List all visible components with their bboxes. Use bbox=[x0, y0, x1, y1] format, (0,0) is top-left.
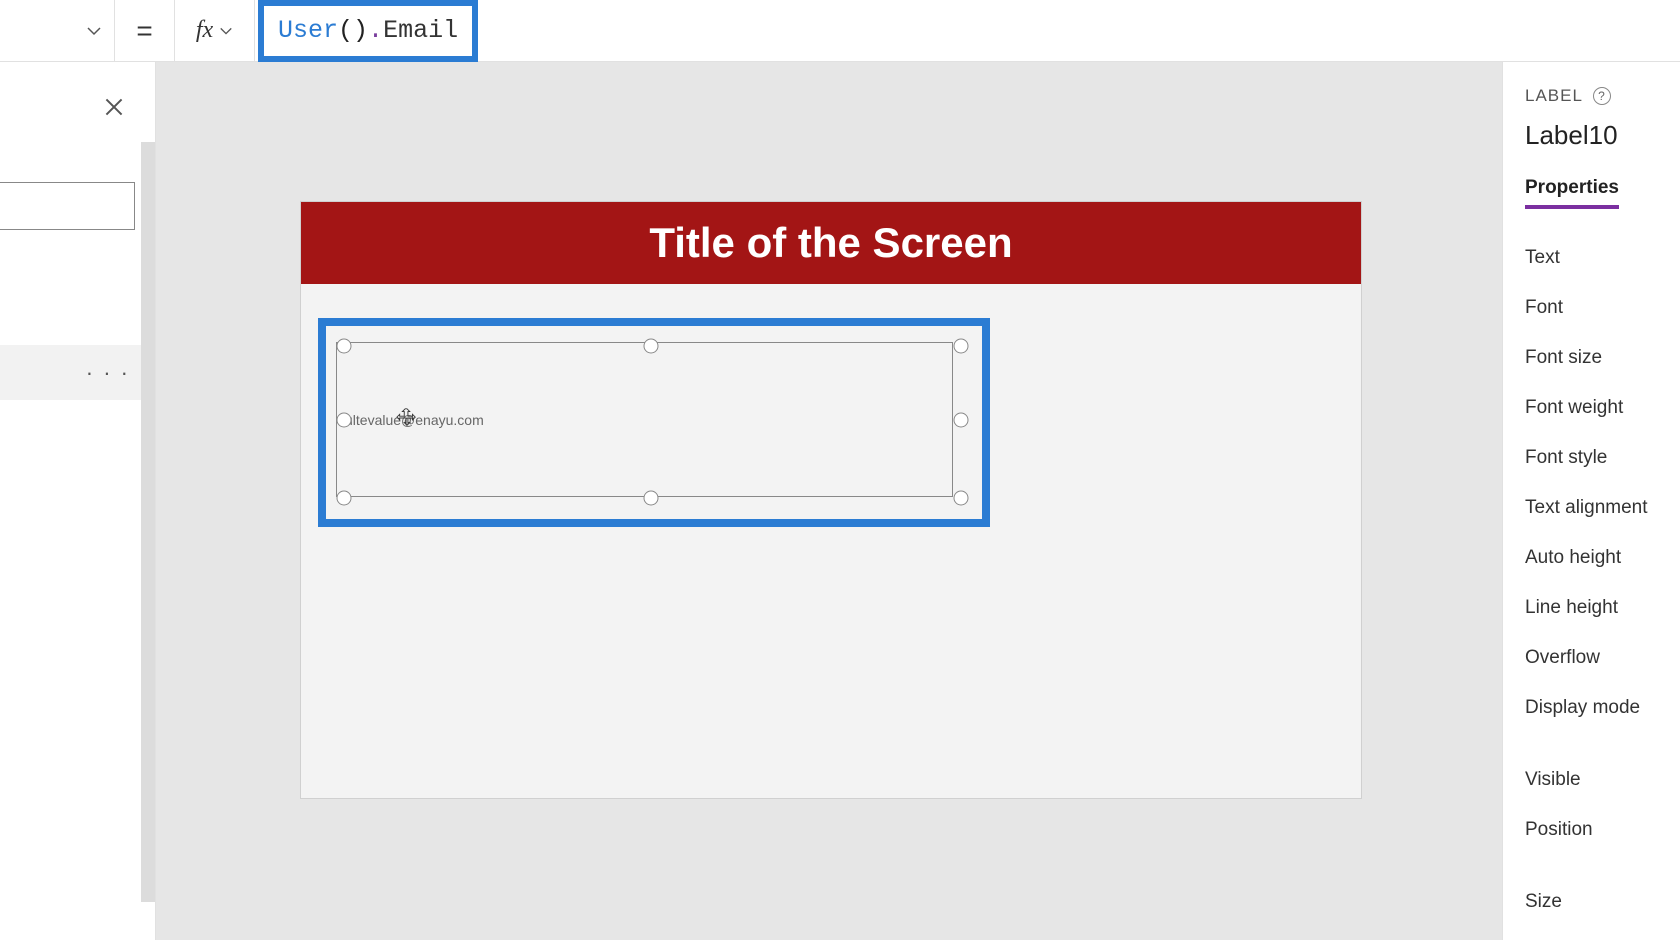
prop-display-mode[interactable]: Display mode bbox=[1525, 697, 1680, 719]
property-list: Text Font Font size Font weight Font sty… bbox=[1525, 247, 1680, 913]
resize-handle-ne[interactable] bbox=[954, 339, 969, 354]
resize-handle-se[interactable] bbox=[954, 491, 969, 506]
control-name: Label10 bbox=[1525, 120, 1680, 151]
resize-handle-sw[interactable] bbox=[337, 491, 352, 506]
scrollbar[interactable] bbox=[141, 142, 155, 902]
resize-handle-s[interactable] bbox=[644, 491, 659, 506]
prop-font-style[interactable]: Font style bbox=[1525, 447, 1680, 469]
search-input[interactable] bbox=[0, 182, 135, 230]
formula-text: User().Email bbox=[278, 16, 458, 45]
close-icon[interactable] bbox=[101, 94, 127, 120]
prop-visible[interactable]: Visible bbox=[1525, 769, 1680, 791]
resize-handle-n[interactable] bbox=[644, 339, 659, 354]
scrollbar-thumb[interactable] bbox=[141, 142, 155, 902]
control-type-label: LABEL bbox=[1525, 86, 1583, 106]
resize-handle-w[interactable] bbox=[337, 413, 352, 428]
help-icon[interactable]: ? bbox=[1593, 87, 1611, 105]
tree-view-panel: · · · bbox=[0, 62, 156, 940]
chevron-down-icon bbox=[219, 24, 233, 38]
panel-tabs: Properties bbox=[1525, 177, 1680, 209]
screen-title-text: Title of the Screen bbox=[649, 219, 1012, 267]
prop-font-size[interactable]: Font size bbox=[1525, 347, 1680, 369]
prop-line-height[interactable]: Line height bbox=[1525, 597, 1680, 619]
fx-icon: fx bbox=[196, 17, 213, 44]
properties-panel: LABEL ? Label10 Properties Text Font Fon… bbox=[1502, 62, 1680, 940]
prop-text-alignment[interactable]: Text alignment bbox=[1525, 497, 1680, 519]
panel-header: LABEL ? bbox=[1525, 86, 1680, 106]
resize-handle-nw[interactable] bbox=[337, 339, 352, 354]
selected-label-control[interactable]: ultevalue@enayu.com bbox=[336, 342, 953, 497]
formula-highlight: User().Email bbox=[258, 0, 478, 62]
more-icon[interactable]: · · · bbox=[86, 360, 130, 386]
tab-properties[interactable]: Properties bbox=[1525, 177, 1619, 209]
formula-bar: = fx User().Email bbox=[0, 0, 1680, 62]
label-text: ultevalue@enayu.com bbox=[345, 412, 484, 428]
prop-position[interactable]: Position bbox=[1525, 819, 1680, 841]
prop-overflow[interactable]: Overflow bbox=[1525, 647, 1680, 669]
canvas[interactable]: Title of the Screen ultevalue@enayu.com bbox=[156, 62, 1502, 940]
equals-label: = bbox=[115, 0, 175, 62]
prop-auto-height[interactable]: Auto height bbox=[1525, 547, 1680, 569]
main-area: · · · Title of the Screen ultevalue@enay… bbox=[0, 62, 1680, 940]
prop-font-weight[interactable]: Font weight bbox=[1525, 397, 1680, 419]
fx-dropdown[interactable]: fx bbox=[175, 0, 255, 62]
tree-item-selected[interactable]: · · · bbox=[0, 345, 155, 400]
resize-handle-e[interactable] bbox=[954, 413, 969, 428]
prop-size[interactable]: Size bbox=[1525, 891, 1680, 913]
formula-input[interactable]: User().Email bbox=[255, 0, 1680, 62]
chevron-down-icon bbox=[86, 23, 102, 39]
app-screen[interactable]: Title of the Screen bbox=[301, 202, 1361, 798]
prop-text[interactable]: Text bbox=[1525, 247, 1680, 269]
prop-font[interactable]: Font bbox=[1525, 297, 1680, 319]
screen-title-banner[interactable]: Title of the Screen bbox=[301, 202, 1361, 284]
property-dropdown[interactable] bbox=[0, 0, 115, 62]
